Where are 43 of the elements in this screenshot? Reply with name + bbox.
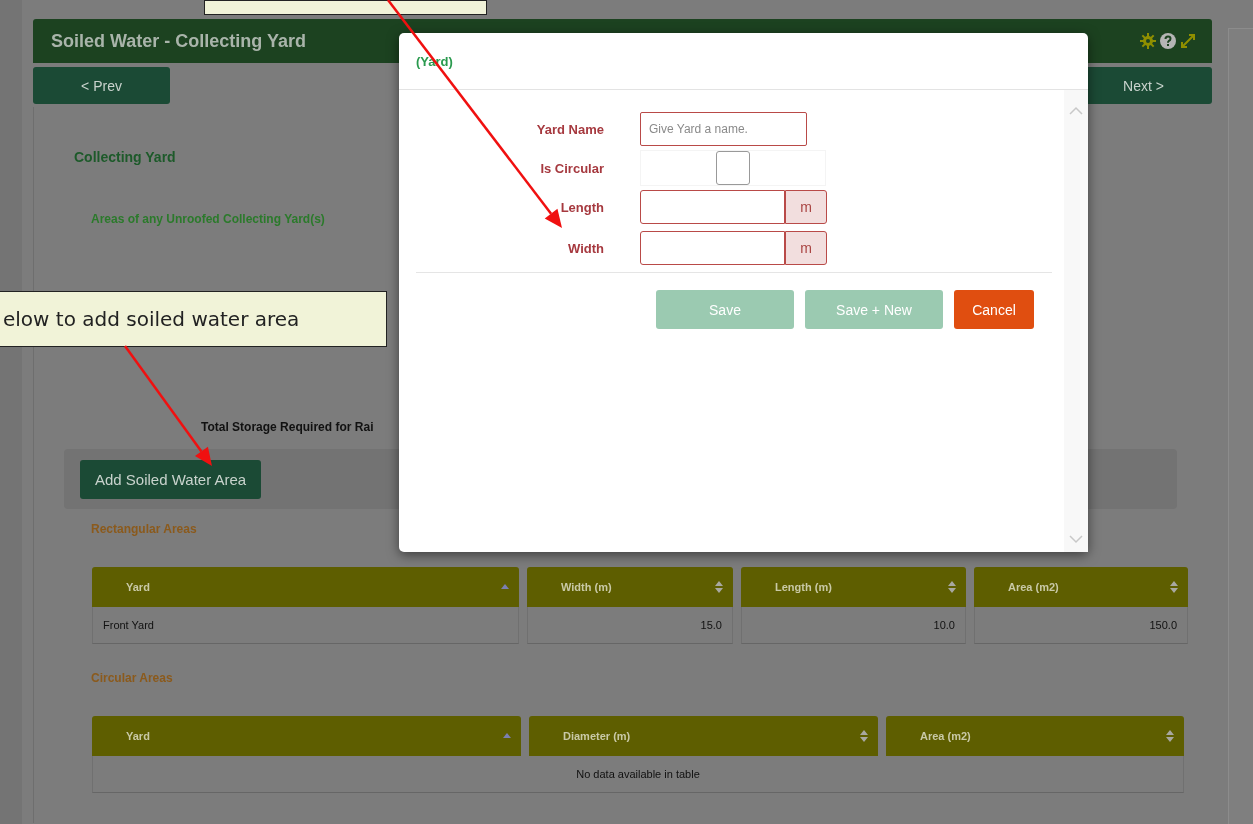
chevron-up-icon[interactable] — [1069, 106, 1083, 115]
chevron-down-icon[interactable] — [1069, 535, 1083, 544]
total-storage-label: Total Storage Required for Rai — [201, 420, 375, 434]
field-label: Yard Name — [535, 121, 604, 137]
callout-note: elow to add soiled water area — [0, 291, 387, 347]
yard-name-field[interactable]: Give Yard a name. — [640, 112, 807, 146]
expand-icon[interactable] — [1180, 33, 1196, 49]
column-header[interactable]: Yard — [92, 716, 521, 756]
unit-label: m — [785, 231, 827, 265]
unit-label: m — [785, 190, 827, 224]
table-title: Rectangular Areas — [91, 522, 198, 536]
gear-icon[interactable] — [1140, 33, 1156, 49]
column-header[interactable]: Diameter (m) — [529, 716, 878, 756]
sort-icon[interactable] — [860, 730, 868, 742]
measurement-field[interactable] — [640, 231, 785, 265]
column-header[interactable]: Area (m2) — [886, 716, 1184, 756]
table-cell: 15.0 — [527, 607, 733, 644]
table-title: Circular Areas — [91, 671, 174, 685]
checkbox[interactable] — [716, 151, 750, 185]
scrollbar[interactable] — [1064, 90, 1088, 552]
empty-table-message: No data available in table — [92, 756, 1184, 793]
sort-icon[interactable] — [1170, 581, 1178, 593]
sort-icon[interactable] — [948, 581, 956, 593]
column-header[interactable]: Width (m) — [527, 567, 733, 607]
field-label: Width — [567, 240, 604, 256]
section-title: Collecting Yard — [74, 149, 177, 165]
section-subtitle: Areas of any Unroofed Collecting Yard(s) — [91, 212, 326, 226]
column-header[interactable]: Yard — [92, 567, 519, 607]
table-cell: 10.0 — [741, 607, 966, 644]
cancel-button[interactable]: Cancel — [954, 290, 1034, 329]
add-soiled-water-area-button[interactable]: Add Soiled Water Area — [80, 459, 262, 499]
field-label: Length — [559, 199, 604, 215]
column-header[interactable]: Length (m) — [741, 567, 966, 607]
help-icon[interactable] — [1160, 33, 1176, 49]
table-cell: 150.0 — [974, 607, 1188, 644]
panel-title: Soiled Water - Collecting Yard — [51, 30, 307, 52]
prev-button[interactable]: < Prev — [33, 67, 170, 104]
measurement-field[interactable] — [640, 190, 785, 224]
sort-icon[interactable] — [715, 581, 723, 593]
column-header[interactable]: Area (m2) — [974, 567, 1188, 607]
table-cell: Front Yard — [92, 607, 519, 644]
field-label: Is Circular — [539, 160, 604, 176]
sort-icon[interactable] — [1166, 730, 1174, 742]
